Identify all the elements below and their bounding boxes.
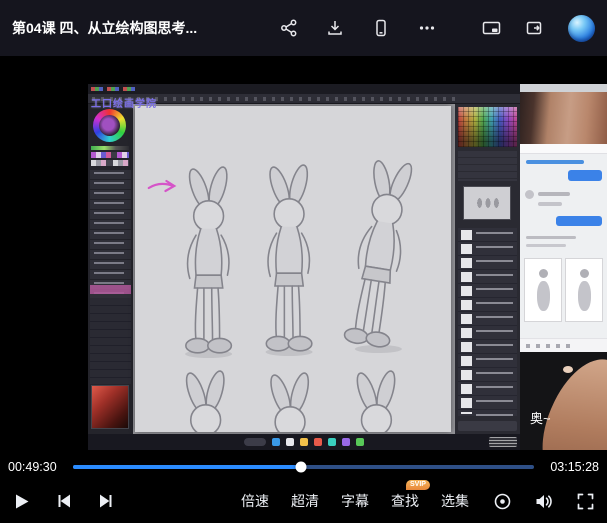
play-button[interactable] xyxy=(12,492,31,511)
chat-link-text xyxy=(526,160,584,164)
fullscreen-button[interactable] xyxy=(576,492,595,511)
reference-photo-face xyxy=(520,92,607,144)
video-area[interactable]: 工口绘画学院 xyxy=(0,56,607,455)
color-swatches xyxy=(91,152,129,158)
current-time: 00:49:30 xyxy=(8,460,64,474)
progress-row: 00:49:30 03:15:28 xyxy=(0,455,607,479)
paint-app-main xyxy=(88,104,520,434)
paint-canvas xyxy=(133,104,455,434)
chat-image-thumbnails xyxy=(524,258,603,322)
circle-dot-icon-button[interactable] xyxy=(493,492,512,511)
bunny-character-sketches xyxy=(135,106,451,432)
popup-window-icon[interactable] xyxy=(524,17,546,39)
layer-buttons xyxy=(458,421,517,431)
download-icon[interactable] xyxy=(324,17,346,39)
pip-icon[interactable] xyxy=(480,17,502,39)
taskbar-search xyxy=(244,438,266,446)
chat-message-text xyxy=(538,202,562,206)
taskbar-icon xyxy=(356,438,364,446)
chat-message-text xyxy=(526,236,576,239)
previous-episode-button[interactable] xyxy=(55,492,73,510)
navigator-preview xyxy=(463,186,511,220)
window-strip xyxy=(520,84,607,92)
chat-message-text xyxy=(526,244,566,247)
speed-button[interactable]: 倍速 xyxy=(241,489,269,513)
paint-app-recording: 工口绘画学院 xyxy=(88,84,520,450)
video-title: 第04课 四、从立绘构图思考... xyxy=(12,18,264,38)
color-swatches xyxy=(91,160,129,166)
selected-brush-row xyxy=(90,285,131,294)
paint-right-panel xyxy=(455,104,520,434)
mobile-icon[interactable] xyxy=(370,17,392,39)
share-icon[interactable] xyxy=(278,17,300,39)
chat-input-toolbar xyxy=(520,338,607,352)
subtitle-button[interactable]: 字幕 xyxy=(341,489,369,513)
gradient-strip xyxy=(91,146,129,150)
right-controls xyxy=(493,492,595,511)
taskbar-icon xyxy=(342,438,350,446)
progress-fill xyxy=(73,465,301,469)
course-watermark: 工口绘画学院 xyxy=(91,95,157,110)
user-avatar[interactable] xyxy=(568,15,595,42)
layers-list xyxy=(458,228,517,416)
pink-arrow-annotation xyxy=(149,181,175,191)
taskbar-icon xyxy=(314,438,322,446)
progress-bar[interactable] xyxy=(73,465,534,469)
controls-row: 倍速 超清 字幕 SVIP 查找 选集 xyxy=(0,479,607,523)
search-button[interactable]: SVIP 查找 xyxy=(391,489,419,513)
chat-header xyxy=(520,144,607,154)
progress-handle[interactable] xyxy=(296,462,307,473)
topbar-right-actions xyxy=(480,15,595,42)
volume-button[interactable] xyxy=(534,492,554,511)
windows-taskbar xyxy=(88,434,520,450)
paint-left-tool-panel xyxy=(88,104,133,434)
chat-bubble-sent xyxy=(568,170,602,181)
video-player-window: 第04课 四、从立绘构图思考... xyxy=(0,0,607,523)
chat-message-text xyxy=(538,192,570,196)
taskbar-icon xyxy=(328,438,336,446)
reference-photo-hand: 奥~ xyxy=(520,352,607,450)
taskbar-icon xyxy=(272,438,280,446)
chat-bubble-sent xyxy=(556,216,602,226)
transport-controls xyxy=(12,492,115,511)
taskbar-system-tray xyxy=(489,437,517,447)
color-wheel xyxy=(93,109,126,142)
sketch-thumbnail xyxy=(524,258,562,322)
video-frame: 工口绘画学院 xyxy=(88,84,607,450)
topbar: 第04课 四、从立绘构图思考... xyxy=(0,0,607,56)
sketch-thumbnail xyxy=(565,258,603,322)
reference-side-column: 奥~ xyxy=(520,84,607,450)
video-overlay-text: 奥~ xyxy=(530,408,551,427)
canvas-page xyxy=(135,106,451,432)
chat-avatar xyxy=(525,190,534,199)
feature-controls: 倍速 超清 字幕 SVIP 查找 选集 xyxy=(241,489,469,513)
paint-app-menu-bar xyxy=(88,84,520,94)
next-episode-button[interactable] xyxy=(97,492,115,510)
quality-button[interactable]: 超清 xyxy=(291,489,319,513)
more-icon[interactable] xyxy=(416,17,438,39)
taskbar-icon xyxy=(286,438,294,446)
red-palette-swatch xyxy=(92,386,128,428)
svip-badge: SVIP xyxy=(406,480,430,490)
panel-rows xyxy=(458,151,517,181)
chat-panel xyxy=(520,144,607,352)
episodes-button[interactable]: 选集 xyxy=(441,489,469,513)
taskbar-icon xyxy=(300,438,308,446)
topbar-actions xyxy=(278,17,438,39)
total-time: 03:15:28 xyxy=(543,460,599,474)
search-button-label: 查找 xyxy=(391,491,419,511)
color-palette-grid xyxy=(458,107,517,147)
tool-option-rows xyxy=(90,298,131,384)
